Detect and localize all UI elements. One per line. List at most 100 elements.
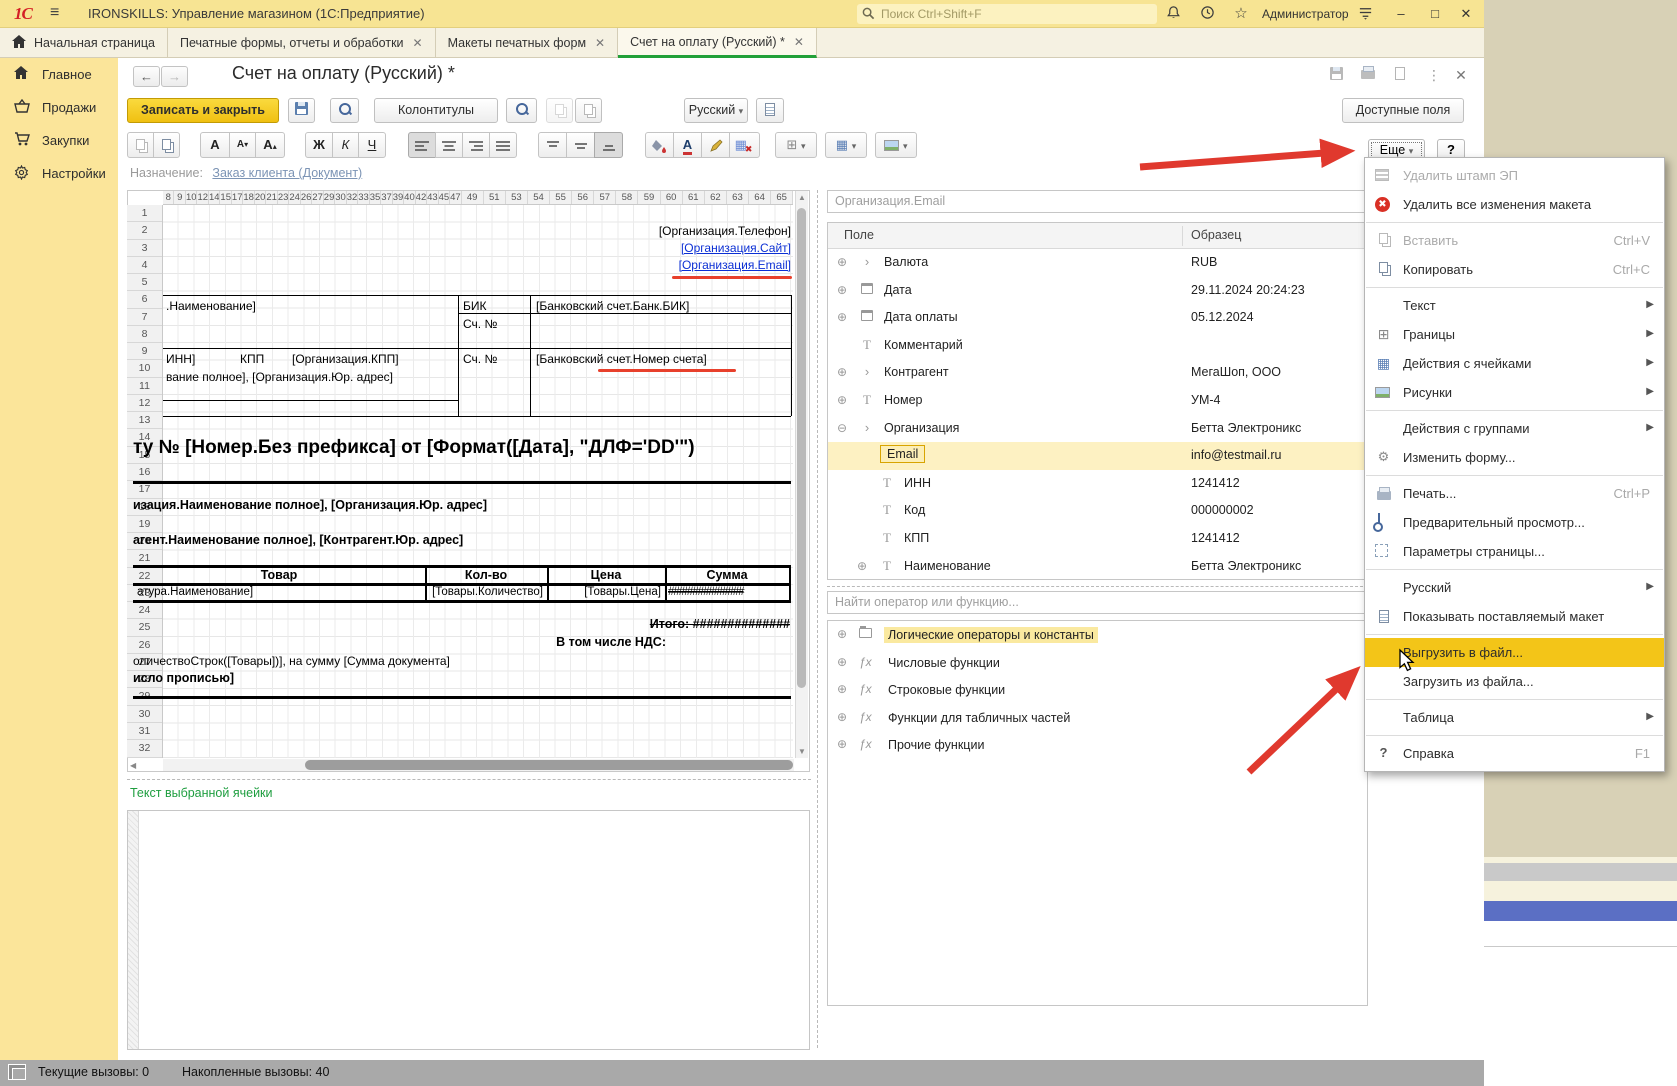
vertical-scroll-thumb[interactable] bbox=[797, 208, 806, 688]
cell-amount-words[interactable]: исло прописью] bbox=[133, 671, 234, 685]
panel-splitter[interactable] bbox=[817, 190, 818, 1048]
function-group[interactable]: ⊕ƒxЧисловые функции bbox=[828, 649, 1367, 677]
column-header[interactable]: 14 bbox=[209, 191, 220, 204]
cell-header-price[interactable]: Цена bbox=[547, 568, 665, 582]
column-header[interactable]: 61 bbox=[683, 191, 705, 204]
pictures-dropdown[interactable]: ▾ bbox=[875, 132, 917, 158]
notifications-bell-icon[interactable] bbox=[1164, 5, 1182, 23]
field-row-контрагент[interactable]: ⊕›КонтрагентМегаШоп, ООО bbox=[828, 359, 1367, 387]
horizontal-scroll-thumb[interactable] bbox=[305, 760, 793, 770]
row-header[interactable]: 13 bbox=[127, 412, 162, 429]
menu-item[interactable]: ⊞Границы▶ bbox=[1365, 320, 1664, 349]
cell-account-label[interactable]: Сч. № bbox=[463, 317, 497, 331]
collapse-icon[interactable]: ⊖ bbox=[837, 421, 847, 435]
row-header[interactable]: 19 bbox=[127, 516, 162, 533]
purpose-link[interactable]: Заказ клиента (Документ) bbox=[212, 166, 362, 180]
cell-actions-dropdown[interactable]: ▦ ▾ bbox=[825, 132, 867, 158]
align-right-button[interactable] bbox=[462, 132, 490, 158]
close-form-icon[interactable]: ✕ bbox=[1450, 67, 1472, 85]
scroll-left-icon[interactable]: ◀ bbox=[130, 761, 136, 770]
maximize-button[interactable]: □ bbox=[1424, 4, 1446, 24]
available-fields-button[interactable]: Доступные поля bbox=[1342, 98, 1464, 123]
column-header[interactable]: 23 bbox=[278, 191, 289, 204]
function-group[interactable]: ⊕ƒxСтроковые функции bbox=[828, 676, 1367, 704]
row-header[interactable]: 12 bbox=[127, 395, 162, 412]
cell-rowcount[interactable]: оличествоСтрок([Товары])], на сумму [Сум… bbox=[133, 654, 450, 668]
cell-price[interactable]: [Товары.Цена] bbox=[547, 586, 661, 598]
row-header[interactable]: 3 bbox=[127, 240, 162, 257]
sidebar-item-главное[interactable]: Главное bbox=[0, 58, 118, 91]
column-header[interactable]: 64 bbox=[749, 191, 771, 204]
tab-3[interactable]: Счет на оплату (Русский) *✕ bbox=[618, 28, 817, 58]
menu-item[interactable]: Предварительный просмотр... bbox=[1365, 508, 1664, 537]
cell-inn[interactable]: ИНН] bbox=[166, 352, 195, 366]
align-left-button[interactable] bbox=[408, 132, 436, 158]
underline-button[interactable]: Ч bbox=[358, 132, 386, 158]
column-header[interactable]: 49 bbox=[462, 191, 484, 204]
align-justify-button[interactable] bbox=[489, 132, 517, 158]
function-group[interactable]: ⊕ƒxФункции для табличных частей bbox=[828, 704, 1367, 732]
field-row-комментарий[interactable]: TКомментарий bbox=[828, 332, 1367, 360]
cell-product[interactable]: атура.Наименование] bbox=[137, 586, 253, 598]
performance-icon[interactable] bbox=[8, 1064, 26, 1080]
column-header[interactable]: 9 bbox=[174, 191, 185, 204]
column-header[interactable]: 8 bbox=[163, 191, 174, 204]
close-window-button[interactable]: ✕ bbox=[1455, 4, 1477, 24]
cell-header-sum[interactable]: Сумма bbox=[665, 568, 789, 582]
column-header[interactable]: 54 bbox=[528, 191, 550, 204]
menu-item[interactable]: Текст▶ bbox=[1365, 291, 1664, 320]
column-header[interactable]: 43 bbox=[427, 191, 438, 204]
scroll-down-icon[interactable]: ▼ bbox=[798, 747, 806, 756]
column-header[interactable]: 32 bbox=[347, 191, 358, 204]
row-header[interactable]: 6 bbox=[127, 291, 162, 308]
column-header[interactable]: 42 bbox=[416, 191, 427, 204]
cell-account-label2[interactable]: Сч. № bbox=[463, 352, 497, 366]
cell-header-qty[interactable]: Кол-во bbox=[425, 568, 547, 582]
menu-item[interactable]: Таблица▶ bbox=[1365, 703, 1664, 732]
service-settings-icon[interactable] bbox=[1356, 5, 1374, 23]
column-header[interactable]: 15 bbox=[220, 191, 231, 204]
paste-icon[interactable] bbox=[127, 132, 154, 158]
expand-icon[interactable]: ⊕ bbox=[837, 393, 847, 407]
column-header[interactable]: 45 bbox=[439, 191, 450, 204]
expand-icon[interactable]: ⊕ bbox=[857, 559, 867, 573]
paste-style-button[interactable] bbox=[575, 98, 602, 123]
column-header[interactable]: 55 bbox=[550, 191, 572, 204]
menu-item[interactable]: Русский▶ bbox=[1365, 573, 1664, 602]
column-header[interactable]: 17 bbox=[232, 191, 243, 204]
valign-bottom-button[interactable] bbox=[594, 132, 623, 158]
row-header[interactable]: 26 bbox=[127, 637, 162, 654]
fill-color-button[interactable] bbox=[645, 132, 674, 158]
print-preview-icon[interactable] bbox=[1389, 67, 1411, 85]
column-header[interactable]: 59 bbox=[638, 191, 660, 204]
save-button[interactable] bbox=[288, 98, 315, 123]
valign-top-button[interactable] bbox=[538, 132, 567, 158]
row-header[interactable]: 30 bbox=[127, 706, 162, 723]
global-search-input[interactable]: Поиск Ctrl+Shift+F bbox=[857, 4, 1157, 24]
field-row-инн[interactable]: TИНН1241412 bbox=[828, 470, 1367, 498]
column-header[interactable]: 58 bbox=[616, 191, 638, 204]
row-header[interactable]: 9 bbox=[127, 343, 162, 360]
field-row-валюта[interactable]: ⊕›ВалютаRUB bbox=[828, 249, 1367, 277]
valign-middle-button[interactable] bbox=[566, 132, 595, 158]
sidebar-item-закупки[interactable]: Закупки bbox=[0, 124, 118, 157]
menu-item[interactable]: ⚙Изменить форму... bbox=[1365, 443, 1664, 472]
column-header[interactable]: 12 bbox=[197, 191, 208, 204]
menu-item[interactable]: Удалить штамп ЭП bbox=[1365, 161, 1664, 190]
row-header[interactable]: 25 bbox=[127, 619, 162, 636]
tab-1[interactable]: Печатные формы, отчеты и обработки✕ bbox=[168, 28, 436, 58]
cell-supplier[interactable]: изация.Наименование полное], [Организаци… bbox=[133, 498, 487, 512]
cell-phone[interactable]: [Организация.Телефон] bbox=[500, 224, 791, 238]
menu-item[interactable]: ?СправкаF1 bbox=[1365, 739, 1664, 768]
column-header[interactable]: 60 bbox=[661, 191, 683, 204]
splitter[interactable] bbox=[127, 779, 811, 780]
function-filter-input[interactable]: Найти оператор или функцию... bbox=[827, 591, 1368, 614]
column-header[interactable]: 18 bbox=[243, 191, 254, 204]
field-row-дата[interactable]: ⊕Дата29.11.2024 20:24:23 bbox=[828, 277, 1367, 305]
expand-icon[interactable]: ⊕ bbox=[837, 310, 847, 324]
layout-language-select[interactable]: Русский ▾ bbox=[684, 98, 748, 123]
row-header[interactable]: 1 bbox=[127, 205, 162, 222]
expand-icon[interactable]: ⊕ bbox=[837, 283, 847, 297]
column-header[interactable]: 26 bbox=[301, 191, 312, 204]
row-header[interactable]: 32 bbox=[127, 740, 162, 757]
